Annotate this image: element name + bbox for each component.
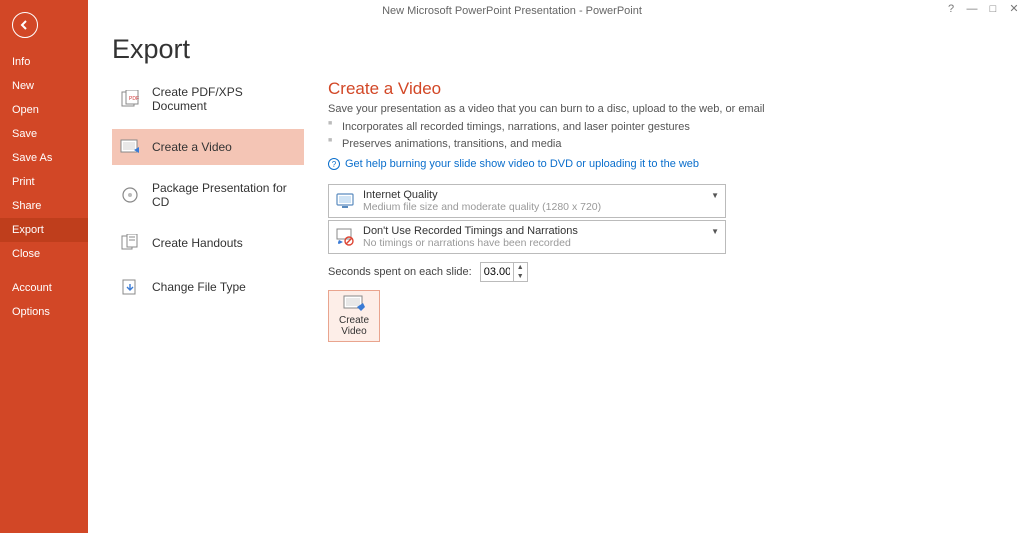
- back-button[interactable]: [12, 12, 38, 38]
- detail-heading: Create a Video: [328, 79, 888, 99]
- sidebar-item-new[interactable]: New: [0, 74, 88, 98]
- quality-dropdown[interactable]: Internet Quality Medium file size and mo…: [328, 184, 726, 218]
- sidebar-item-close[interactable]: Close: [0, 242, 88, 266]
- help-button[interactable]: ?: [945, 3, 957, 15]
- help-link[interactable]: ? Get help burning your slide show video…: [328, 158, 888, 170]
- export-option-label: Change File Type: [152, 280, 246, 294]
- help-link-text: Get help burning your slide show video t…: [345, 158, 699, 170]
- detail-subheading: Save your presentation as a video that y…: [328, 103, 888, 115]
- chevron-down-icon: ▼: [711, 191, 719, 200]
- export-option-create-pdf-xps-document[interactable]: PDF Create PDF/XPS Document: [112, 77, 304, 121]
- chevron-down-icon: ▼: [711, 227, 719, 236]
- export-option-icon: [120, 137, 140, 157]
- export-option-label: Create a Video: [152, 140, 232, 154]
- export-option-label: Package Presentation for CD: [152, 181, 296, 209]
- export-option-create-a-video[interactable]: Create a Video: [112, 129, 304, 165]
- seconds-label: Seconds spent on each slide:: [328, 266, 472, 278]
- sidebar-item-save-as[interactable]: Save As: [0, 146, 88, 170]
- timings-sub: No timings or narrations have been recor…: [363, 237, 719, 249]
- sidebar-item-export[interactable]: Export: [0, 218, 88, 242]
- page-title: Export: [112, 34, 1000, 65]
- title-bar: New Microsoft PowerPoint Presentation - …: [0, 0, 1024, 22]
- sidebar-item-info[interactable]: Info: [0, 50, 88, 74]
- narration-off-icon: [335, 227, 355, 247]
- detail-bullet: Incorporates all recorded timings, narra…: [328, 119, 888, 136]
- quality-sub: Medium file size and moderate quality (1…: [363, 201, 719, 213]
- svg-text:PDF: PDF: [129, 96, 139, 102]
- export-option-icon: PDF: [120, 89, 140, 109]
- export-option-create-handouts[interactable]: Create Handouts: [112, 225, 304, 261]
- sidebar-item-account[interactable]: Account: [0, 276, 88, 300]
- export-option-change-file-type[interactable]: Change File Type: [112, 269, 304, 305]
- export-options-list: PDF Create PDF/XPS Document Create a Video…: [112, 77, 304, 342]
- timings-dropdown[interactable]: Don't Use Recorded Timings and Narration…: [328, 220, 726, 254]
- monitor-icon: [335, 191, 355, 211]
- help-icon: ?: [328, 158, 340, 170]
- window-title: New Microsoft PowerPoint Presentation - …: [382, 5, 642, 17]
- seconds-spinner[interactable]: ▲ ▼: [480, 262, 528, 282]
- sidebar-item-open[interactable]: Open: [0, 98, 88, 122]
- backstage-sidebar: InfoNewOpenSaveSave AsPrintShareExportCl…: [0, 0, 88, 533]
- minimize-button[interactable]: —: [966, 3, 978, 15]
- seconds-input[interactable]: [481, 264, 513, 280]
- quality-title: Internet Quality: [363, 189, 719, 201]
- export-option-package-presentation-for-cd[interactable]: Package Presentation for CD: [112, 173, 304, 217]
- sidebar-item-save[interactable]: Save: [0, 122, 88, 146]
- restore-button[interactable]: □: [987, 3, 999, 15]
- close-window-button[interactable]: ✕: [1008, 2, 1020, 15]
- sidebar-item-options[interactable]: Options: [0, 300, 88, 324]
- create-video-button[interactable]: CreateVideo: [328, 290, 380, 342]
- sidebar-item-share[interactable]: Share: [0, 194, 88, 218]
- create-video-icon: [343, 295, 365, 313]
- export-option-icon: [120, 277, 140, 297]
- export-option-label: Create PDF/XPS Document: [152, 85, 296, 113]
- content-area: Export PDF Create PDF/XPS Document Create …: [88, 0, 1024, 533]
- detail-panel: Create a Video Save your presentation as…: [328, 77, 888, 342]
- export-option-icon: [120, 233, 140, 253]
- export-option-label: Create Handouts: [152, 236, 243, 250]
- export-option-icon: [120, 185, 140, 205]
- spin-down[interactable]: ▼: [514, 272, 527, 281]
- timings-title: Don't Use Recorded Timings and Narration…: [363, 225, 719, 237]
- spin-up[interactable]: ▲: [514, 263, 527, 272]
- sidebar-item-print[interactable]: Print: [0, 170, 88, 194]
- detail-bullet: Preserves animations, transitions, and m…: [328, 136, 888, 153]
